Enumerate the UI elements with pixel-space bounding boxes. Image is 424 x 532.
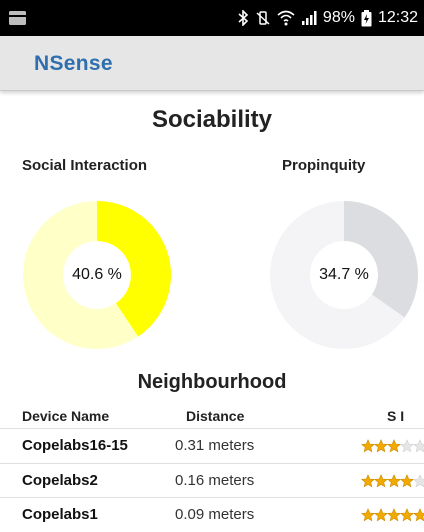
social-interaction-chart: 40.6 % [22,200,172,350]
column-si: S I [387,408,405,424]
table-row[interactable]: Copelabs1 0.09 meters [0,497,424,532]
star-filled-icon [374,439,388,453]
star-filled-icon [361,508,375,522]
star-filled-icon [400,508,414,522]
propinquity-value: 34.7 % [319,266,369,283]
page-title: Sociability [151,106,273,133]
vibrate-icon [256,11,270,25]
table-row[interactable]: Copelabs16-15 0.31 meters [0,428,424,463]
signal-icon [301,11,317,25]
device-name: Copelabs16-15 [22,437,128,454]
device-distance: 0.09 meters [175,506,255,523]
device-distance: 0.16 meters [175,472,255,489]
star-empty-icon [413,474,424,488]
status-bar: 98% 12:32 [0,0,424,36]
social-interaction-value: 40.6 % [72,266,122,283]
battery-percent: 98% [322,9,355,26]
neighbourhood-title: Neighbourhood [137,371,287,393]
table-row[interactable]: Copelabs2 0.16 meters [0,463,424,498]
star-filled-icon [374,508,388,522]
notification-icon [9,11,26,25]
star-empty-icon [400,439,414,453]
sociability-rating [361,508,424,522]
column-device-name: Device Name [22,408,110,424]
app-title: NSense [34,52,113,75]
device-distance: 0.31 meters [175,437,255,454]
device-name: Copelabs2 [22,472,98,489]
star-filled-icon [361,439,375,453]
status-icons: 98% 12:32 [237,8,418,28]
propinquity-label: Propinquity [282,157,366,174]
social-interaction-label: Social Interaction [22,157,148,174]
column-distance: Distance [186,408,245,424]
star-filled-icon [387,439,401,453]
clock: 12:32 [377,9,418,26]
propinquity-chart: 34.7 % [269,200,419,350]
battery-icon [361,9,372,26]
sociability-rating [361,439,424,453]
star-filled-icon [413,508,424,522]
device-name: Copelabs1 [22,506,98,523]
star-filled-icon [387,508,401,522]
bluetooth-icon [238,10,249,26]
star-filled-icon [387,474,401,488]
star-filled-icon [374,474,388,488]
app-bar: NSense [0,36,424,91]
star-filled-icon [361,474,375,488]
sociability-rating [361,474,424,488]
star-filled-icon [400,474,414,488]
wifi-icon [277,10,295,26]
star-empty-icon [413,439,424,453]
